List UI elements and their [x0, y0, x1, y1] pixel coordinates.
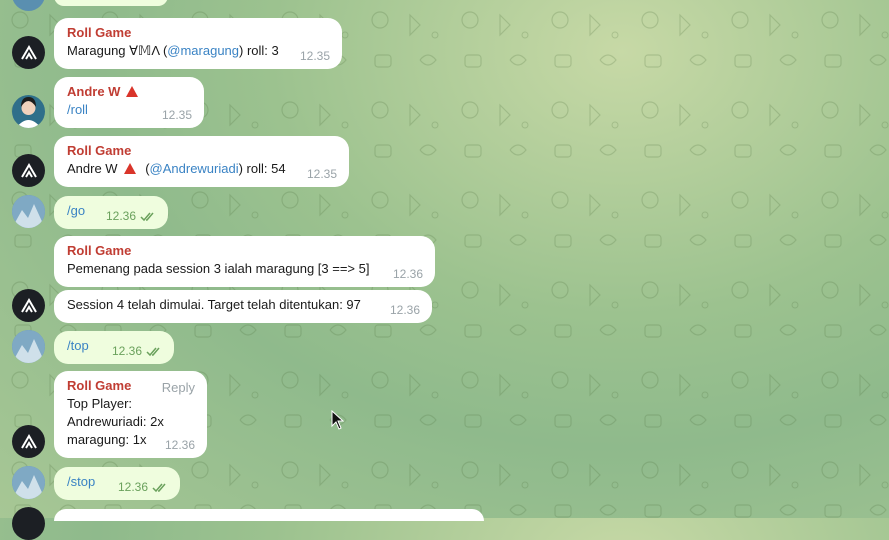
bot-avatar[interactable] — [12, 425, 45, 458]
message-bubble[interactable]: /top 12.36 — [54, 331, 174, 364]
warning-icon — [123, 163, 136, 175]
message-time: 12.36 — [118, 478, 168, 496]
partial-message-bubble — [54, 0, 168, 6]
command-link[interactable]: /top — [67, 338, 89, 353]
message-text: Pemenang pada session 3 ialah maragung [… — [67, 261, 370, 276]
message-line: Andrewuriadi: 2x — [67, 414, 164, 429]
message-text: Andre W (@Andrewuriadi) roll: 54 — [67, 161, 286, 176]
message-time: 12.35 — [161, 108, 192, 122]
command-link[interactable]: /go — [67, 203, 85, 218]
read-checkmarks-icon — [146, 347, 160, 356]
avatar-photo-icon — [12, 466, 45, 499]
mouse-cursor-icon — [331, 410, 345, 430]
user-avatar[interactable] — [12, 195, 45, 228]
user-avatar[interactable] — [12, 466, 45, 499]
mention-link[interactable]: @maragung — [167, 43, 239, 58]
user-avatar[interactable] — [12, 330, 45, 363]
bot-avatar[interactable] — [12, 36, 45, 69]
sender-name[interactable]: Roll Game — [67, 142, 337, 160]
message-time: 12.36 — [392, 267, 423, 281]
mention-link[interactable]: @Andrewuriadi — [150, 161, 239, 176]
bot-logo-icon — [20, 44, 37, 60]
message-text: Session 4 telah dimulai. Target telah di… — [67, 297, 361, 312]
message-bubble[interactable]: Roll Game Reply Top Player: Andrewuriadi… — [54, 371, 207, 458]
message-time: 12.36 — [106, 207, 156, 225]
user-avatar[interactable] — [12, 95, 45, 128]
avatar-photo-icon — [12, 330, 45, 363]
avatar-photo-icon — [16, 97, 41, 128]
read-checkmarks-icon — [140, 212, 154, 221]
sender-name[interactable]: Roll Game — [67, 242, 423, 260]
sender-name[interactable]: Roll Game — [67, 24, 330, 42]
bot-avatar[interactable] — [12, 507, 45, 540]
bot-avatar[interactable] — [12, 289, 45, 322]
message-text: Maragung ∀𝕄Λ (@maragung) roll: 3 — [67, 43, 279, 58]
message-bubble[interactable]: Session 4 telah dimulai. Target telah di… — [54, 290, 432, 323]
message-bubble[interactable]: Andre W /roll 12.35 — [54, 77, 204, 128]
message-bubble[interactable]: /go 12.36 — [54, 196, 168, 229]
read-checkmarks-icon — [152, 483, 166, 492]
message-time: 12.35 — [306, 167, 337, 181]
message-time: 12.36 — [164, 438, 195, 452]
bot-logo-icon — [20, 433, 37, 449]
sender-name[interactable]: Andre W — [67, 83, 192, 101]
message-time: 12.35 — [299, 49, 330, 63]
message-bubble[interactable]: /stop 12.36 — [54, 467, 180, 500]
avatar-photo-icon — [12, 195, 45, 228]
bot-logo-icon — [20, 162, 37, 178]
message-bubble[interactable]: Roll Game Andre W (@Andrewuriadi) roll: … — [54, 136, 349, 187]
message-bubble[interactable]: Roll Game Pemenang pada session 3 ialah … — [54, 236, 435, 287]
reply-button[interactable]: Reply — [162, 379, 195, 397]
bot-avatar[interactable] — [12, 154, 45, 187]
message-line: Top Player: — [67, 396, 133, 411]
message-time: 12.36 — [112, 342, 162, 360]
warning-icon — [126, 86, 139, 98]
message-time: 12.36 — [389, 303, 420, 317]
bot-logo-icon — [20, 297, 37, 313]
command-link[interactable]: /stop — [67, 474, 95, 489]
message-bubble[interactable]: Roll Game Maragung ∀𝕄Λ (@maragung) roll:… — [54, 18, 342, 69]
partial-message-bubble — [54, 509, 484, 521]
